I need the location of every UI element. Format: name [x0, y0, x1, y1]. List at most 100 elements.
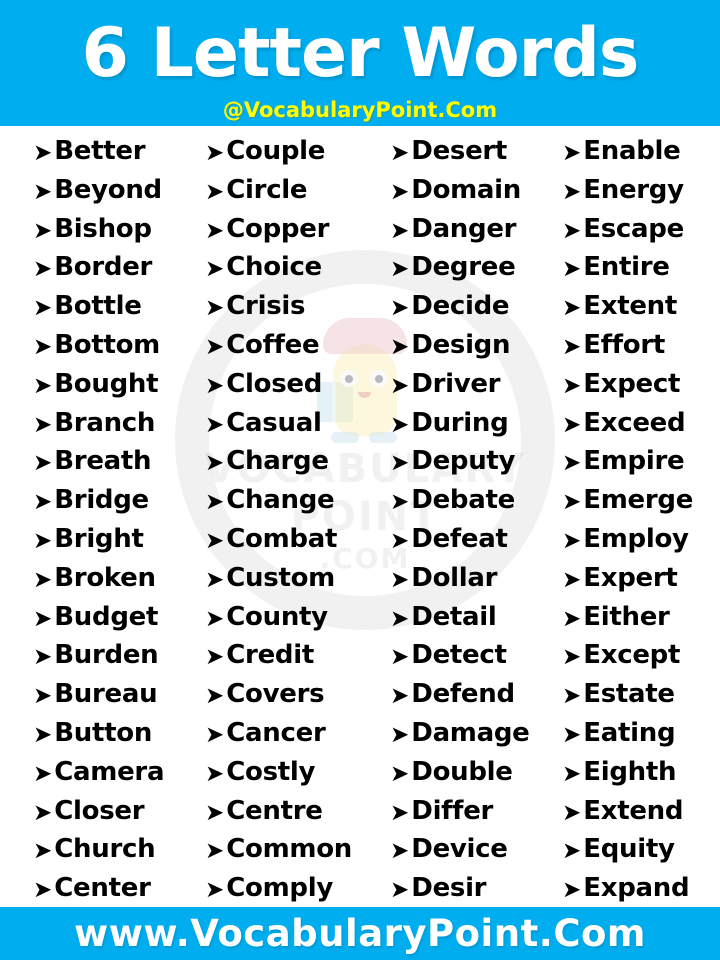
word-list-item: ➤ Covers: [205, 675, 372, 714]
word-list-item: ➤ Device: [390, 830, 548, 869]
arrow-bullet-icon: ➤: [205, 295, 225, 322]
word-list-item: ➤ Either: [562, 598, 720, 637]
header-subtitle-handle: @VocabularyPoint.Com: [222, 98, 498, 122]
arrow-bullet-icon: ➤: [390, 178, 410, 205]
arrow-bullet-icon: ➤: [562, 333, 582, 360]
arrow-bullet-icon: ➤: [33, 683, 53, 710]
word-column-3: ➤ Enable ➤ Energy ➤ Escape ➤ Entire ➤ Extent ➤ Effo…: [548, 126, 720, 907]
arrow-bullet-icon: ➤: [205, 683, 225, 710]
word-list-item: ➤ Custom: [205, 559, 372, 598]
arrow-bullet-icon: ➤: [562, 372, 582, 399]
word-text: Expert: [583, 562, 678, 593]
word-list-item: ➤ Camera: [33, 753, 186, 792]
word-text: Burden: [54, 640, 159, 671]
arrow-bullet-icon: ➤: [562, 760, 582, 787]
arrow-bullet-icon: ➤: [33, 760, 53, 787]
word-list-item: ➤ Better: [33, 132, 186, 171]
word-list-item: ➤ Expand: [562, 869, 720, 908]
word-list-item: ➤ Danger: [390, 210, 548, 249]
arrow-bullet-icon: ➤: [390, 372, 410, 399]
word-list-item: ➤ Equity: [562, 830, 720, 869]
arrow-bullet-icon: ➤: [562, 489, 582, 516]
arrow-bullet-icon: ➤: [33, 644, 53, 671]
word-list-item: ➤ Bright: [33, 520, 186, 559]
arrow-bullet-icon: ➤: [390, 605, 410, 632]
word-text: Closer: [54, 795, 145, 826]
word-list-item: ➤ Combat: [205, 520, 372, 559]
word-text: Decide: [411, 291, 510, 322]
word-list-item: ➤ During: [390, 404, 548, 443]
word-text: Circle: [226, 174, 308, 205]
arrow-bullet-icon: ➤: [390, 760, 410, 787]
word-text: Defend: [411, 679, 515, 710]
arrow-bullet-icon: ➤: [562, 140, 582, 166]
arrow-bullet-icon: ➤: [205, 372, 225, 399]
arrow-bullet-icon: ➤: [562, 450, 582, 477]
word-text: Credit: [226, 640, 314, 671]
word-text: Eating: [583, 717, 676, 748]
word-list-item: ➤ Employ: [562, 520, 720, 559]
word-text: Button: [54, 717, 153, 748]
word-list-item: ➤ Debate: [390, 481, 548, 520]
word-text: Couple: [226, 136, 326, 166]
arrow-bullet-icon: ➤: [562, 295, 582, 322]
arrow-bullet-icon: ➤: [33, 605, 53, 632]
word-list-item: ➤ Detect: [390, 636, 548, 675]
word-list-item: ➤ Energy: [562, 171, 720, 210]
word-list-item: ➤ Cancer: [205, 714, 372, 753]
word-text: During: [411, 407, 509, 438]
arrow-bullet-icon: ➤: [205, 566, 225, 593]
word-text: Enable: [583, 136, 681, 166]
word-text: Choice: [226, 252, 322, 283]
arrow-bullet-icon: ➤: [390, 140, 410, 166]
arrow-bullet-icon: ➤: [390, 489, 410, 516]
arrow-bullet-icon: ➤: [390, 566, 410, 593]
word-list-item: ➤ Effort: [562, 326, 720, 365]
arrow-bullet-icon: ➤: [33, 140, 53, 166]
word-list-item: ➤ Burden: [33, 636, 186, 675]
word-text: Church: [54, 834, 156, 865]
word-text: Domain: [411, 174, 521, 205]
word-list-item: ➤ Closer: [33, 792, 186, 831]
arrow-bullet-icon: ➤: [562, 566, 582, 593]
word-text: Casual: [226, 407, 322, 438]
arrow-bullet-icon: ➤: [390, 644, 410, 671]
arrow-bullet-icon: ➤: [562, 838, 582, 865]
word-list-item: ➤ Change: [205, 481, 372, 520]
word-text: Eighth: [583, 756, 677, 787]
arrow-bullet-icon: ➤: [562, 527, 582, 554]
word-text: Either: [583, 601, 670, 632]
word-text: Damage: [411, 717, 530, 748]
word-list-item: ➤ Driver: [390, 365, 548, 404]
arrow-bullet-icon: ➤: [33, 566, 53, 593]
word-text: Center: [54, 873, 151, 904]
word-list-item: ➤ Extent: [562, 287, 720, 326]
word-text: Crisis: [226, 291, 306, 322]
word-text: Empire: [583, 446, 685, 477]
arrow-bullet-icon: ➤: [562, 721, 582, 748]
word-text: Equity: [583, 834, 675, 865]
page-title: 6 Letter Words: [81, 14, 640, 93]
arrow-bullet-icon: ➤: [205, 489, 225, 516]
word-list-item: ➤ Common: [205, 830, 372, 869]
word-text: Closed: [226, 368, 323, 399]
arrow-bullet-icon: ➤: [390, 333, 410, 360]
arrow-bullet-icon: ➤: [390, 450, 410, 477]
word-column-0: ➤ Better ➤ Beyond ➤ Bishop ➤ Border ➤ Bottle ➤ Bott…: [0, 126, 186, 907]
arrow-bullet-icon: ➤: [562, 217, 582, 244]
word-list-item: ➤ Bottom: [33, 326, 186, 365]
word-text: Design: [411, 329, 511, 360]
arrow-bullet-icon: ➤: [33, 489, 53, 516]
word-list-item: ➤ Desert: [390, 132, 548, 171]
word-text: Bottle: [54, 291, 142, 322]
word-text: Double: [411, 756, 513, 787]
arrow-bullet-icon: ➤: [562, 178, 582, 205]
word-list-item: ➤ Estate: [562, 675, 720, 714]
arrow-bullet-icon: ➤: [205, 838, 225, 865]
word-text: Defeat: [411, 523, 508, 554]
word-list-item: ➤ Crisis: [205, 287, 372, 326]
word-list-item: ➤ Bottle: [33, 287, 186, 326]
word-list-item: ➤ Domain: [390, 171, 548, 210]
arrow-bullet-icon: ➤: [390, 256, 410, 283]
poster-footer: www.VocabularyPoint.Com: [0, 907, 720, 960]
